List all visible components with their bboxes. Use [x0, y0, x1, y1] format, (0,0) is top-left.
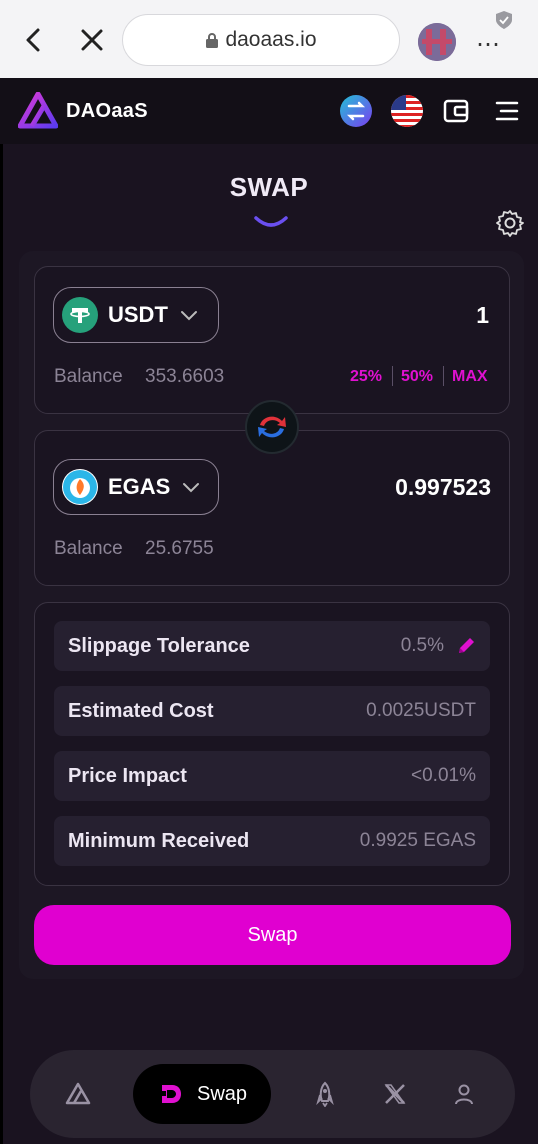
egas-icon [62, 469, 98, 505]
swap-d-logo-icon [162, 1085, 181, 1103]
chevron-down-icon [183, 483, 200, 493]
nav-swap-label: Swap [197, 1082, 248, 1105]
x-logo-icon [384, 1084, 406, 1104]
extension-avatar-icon[interactable] [418, 23, 456, 61]
from-balance-value: 353.6603 [145, 366, 225, 387]
swap-button[interactable]: Swap [34, 905, 511, 965]
pct-50-button[interactable]: 50% [401, 368, 433, 386]
wallet-icon[interactable] [440, 95, 472, 127]
edit-pencil-icon[interactable] [456, 636, 476, 656]
nav-x[interactable] [373, 1072, 417, 1116]
swap-token-icon[interactable] [340, 95, 372, 127]
swap-arrows-icon [258, 416, 286, 438]
slippage-value: 0.5% [400, 635, 444, 656]
back-arrow-icon[interactable] [20, 26, 48, 54]
daoaas-logo-icon[interactable] [18, 92, 58, 130]
pct-divider [443, 366, 444, 386]
estimated-cost-label: Estimated Cost [68, 700, 214, 722]
settings-gear-icon[interactable] [496, 209, 524, 237]
minimum-received-row: Minimum Received 0.9925 EGAS [54, 816, 490, 866]
to-balance-label: Balance [54, 538, 123, 559]
left-edge [0, 78, 3, 1144]
user-icon [455, 1084, 473, 1105]
browser-toolbar: daoaas.io ⋯ [0, 0, 538, 78]
from-amount-input[interactable]: 1 [476, 302, 489, 329]
page-title: SWAP [229, 172, 309, 202]
to-token-symbol: EGAS [108, 474, 171, 499]
close-icon[interactable] [78, 26, 106, 54]
estimated-cost-row: Estimated Cost 0.0025USDT [54, 686, 490, 736]
slippage-row[interactable]: Slippage Tolerance 0.5% [54, 621, 490, 671]
swap-direction-button[interactable] [245, 400, 299, 454]
from-balance-label: Balance [54, 366, 123, 387]
from-token-selector[interactable]: USDT [53, 287, 219, 343]
to-balance-value: 25.6755 [145, 538, 214, 559]
estimated-cost-value: 0.0025USDT [366, 700, 476, 721]
pct-divider [392, 366, 393, 386]
rocket-icon [316, 1081, 334, 1107]
tether-icon [62, 297, 98, 333]
from-token-symbol: USDT [108, 302, 168, 327]
address-bar[interactable]: daoaas.io [122, 14, 400, 66]
more-options-icon[interactable]: ⋯ [476, 30, 501, 59]
to-amount-output: 0.997523 [395, 474, 491, 500]
nav-home[interactable] [56, 1072, 100, 1116]
chevron-down-icon [180, 311, 197, 321]
us-flag-icon[interactable] [391, 95, 423, 127]
price-impact-label: Price Impact [68, 765, 187, 787]
minimum-received-value: 0.9925 EGAS [359, 830, 476, 851]
lock-icon [206, 33, 219, 48]
price-impact-value: <0.01% [411, 765, 476, 786]
nav-profile[interactable] [442, 1072, 486, 1116]
title-underline [254, 216, 288, 227]
app-header: DAOaaS [0, 78, 538, 144]
slippage-label: Slippage Tolerance [68, 635, 250, 657]
minimum-received-label: Minimum Received [68, 830, 250, 852]
shield-check-icon [496, 11, 512, 29]
nav-launchpad[interactable] [303, 1072, 347, 1116]
to-token-selector[interactable]: EGAS [53, 459, 219, 515]
pct-25-button[interactable]: 25% [350, 368, 382, 386]
brand-name: DAOaaS [66, 100, 148, 122]
url-text: daoaas.io [225, 28, 317, 51]
daoaas-logo-icon [65, 1082, 91, 1105]
hamburger-menu-icon[interactable] [491, 95, 523, 127]
price-impact-row: Price Impact <0.01% [54, 751, 490, 801]
nav-swap-active[interactable]: Swap [133, 1064, 271, 1124]
max-button[interactable]: MAX [452, 368, 488, 386]
bottom-nav [30, 1050, 515, 1138]
